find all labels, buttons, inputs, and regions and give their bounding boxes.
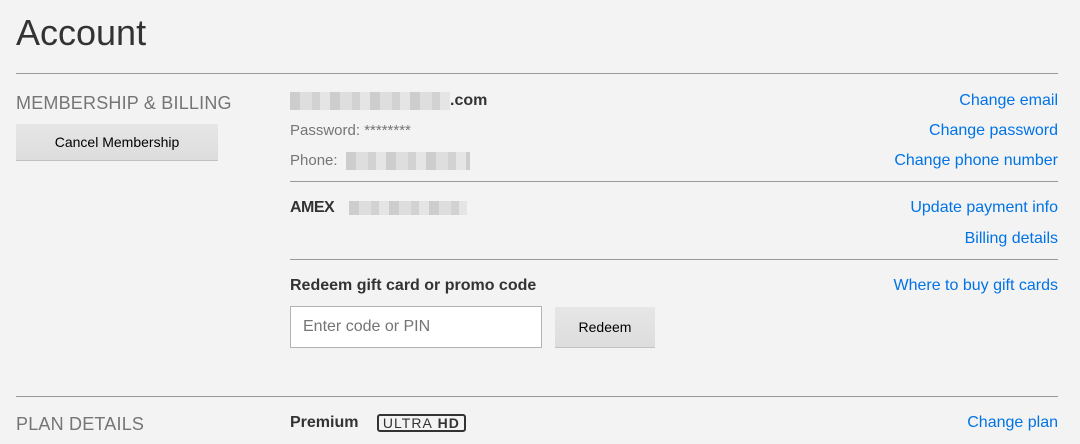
- phone-label: Phone:: [290, 152, 338, 169]
- payment-method: AMEX: [290, 199, 467, 217]
- badge-bold-text: HD: [437, 415, 460, 431]
- change-phone-link[interactable]: Change phone number: [894, 152, 1058, 170]
- password-value: Password: ********: [290, 122, 411, 139]
- contact-divider: [290, 181, 1058, 182]
- plan-name: Premium: [290, 414, 359, 432]
- redeem-button[interactable]: Redeem: [555, 307, 655, 347]
- change-password-link[interactable]: Change password: [929, 122, 1058, 140]
- amex-logo: AMEX: [290, 199, 335, 216]
- redacted-card-number: [348, 200, 467, 215]
- badge-text: ULTRA: [382, 415, 433, 431]
- plan-info: Premium ULTRA HD: [290, 414, 466, 432]
- redeem-heading: Redeem gift card or promo code: [290, 277, 537, 294]
- plan-divider: [16, 396, 1058, 397]
- ultra-hd-badge: ULTRA HD: [376, 414, 466, 432]
- billing-details-link[interactable]: Billing details: [965, 230, 1058, 248]
- payment-divider: [290, 259, 1058, 260]
- redacted-phone: [345, 152, 470, 171]
- redacted-email: [290, 92, 450, 110]
- email-value: .com: [290, 92, 487, 110]
- phone-value: Phone:: [290, 152, 470, 171]
- where-to-buy-gift-cards-link[interactable]: Where to buy gift cards: [893, 277, 1058, 295]
- redeem-code-input[interactable]: [290, 306, 542, 348]
- membership-section-label: MEMBERSHIP & BILLING: [16, 93, 232, 113]
- email-domain-suffix: .com: [450, 92, 488, 110]
- plan-section-label: PLAN DETAILS: [16, 414, 145, 434]
- title-divider: [16, 73, 1058, 74]
- cancel-membership-button[interactable]: Cancel Membership: [16, 124, 218, 160]
- page-title: Account: [16, 12, 147, 53]
- update-payment-link[interactable]: Update payment info: [910, 199, 1058, 217]
- account-page: Account MEMBERSHIP & BILLING Cancel Memb…: [0, 0, 1080, 444]
- change-plan-link[interactable]: Change plan: [967, 414, 1058, 432]
- change-email-link[interactable]: Change email: [959, 92, 1058, 110]
